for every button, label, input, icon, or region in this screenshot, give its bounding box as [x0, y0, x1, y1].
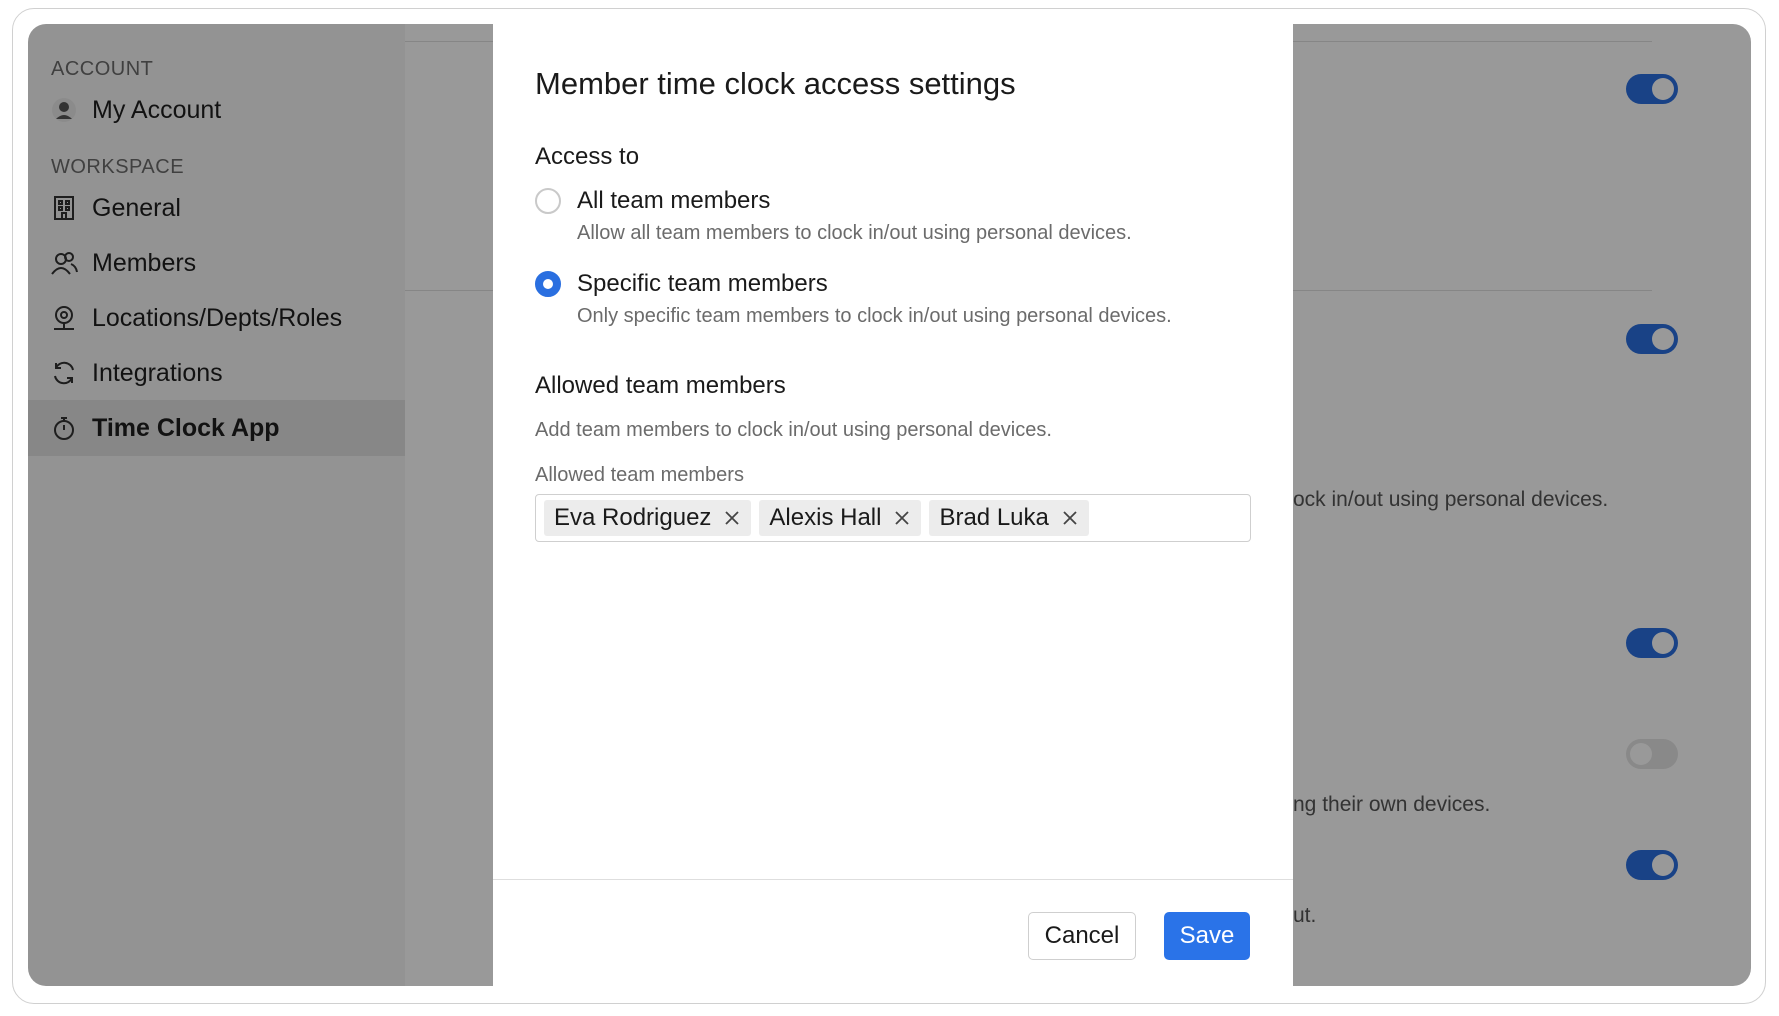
remove-chip-icon[interactable]	[893, 509, 911, 527]
radio-description: Allow all team members to clock in/out u…	[577, 222, 1132, 244]
radio-all-team-members[interactable]	[535, 188, 561, 214]
remove-chip-icon[interactable]	[723, 509, 741, 527]
save-button[interactable]: Save	[1164, 912, 1250, 960]
member-chip: Brad Luka	[929, 500, 1089, 536]
radio-specific-team-members[interactable]	[535, 271, 561, 297]
app-window: ACCOUNT My Account WORKSPACE General Mem…	[28, 24, 1751, 986]
field-label: Allowed team members	[535, 464, 744, 486]
radio-description: Only specific team members to clock in/o…	[577, 305, 1172, 327]
access-heading: Access to	[535, 143, 640, 170]
chip-label: Brad Luka	[939, 504, 1049, 531]
access-settings-modal: Member time clock access settings Access…	[493, 24, 1293, 986]
chip-label: Eva Rodriguez	[554, 504, 712, 531]
member-chip: Eva Rodriguez	[544, 500, 752, 536]
member-chip: Alexis Hall	[759, 500, 922, 536]
cancel-button[interactable]: Cancel	[1028, 912, 1136, 960]
allowed-helper-text: Add team members to clock in/out using p…	[535, 419, 1052, 441]
allowed-heading: Allowed team members	[535, 372, 786, 399]
radio-label[interactable]: All team members	[577, 187, 770, 215]
chip-label: Alexis Hall	[769, 504, 882, 531]
team-members-multiselect[interactable]: Eva Rodriguez Alexis Hall Brad Luka	[535, 494, 1251, 542]
footer-divider	[493, 879, 1293, 880]
modal-title: Member time clock access settings	[535, 66, 1016, 101]
remove-chip-icon[interactable]	[1061, 509, 1079, 527]
radio-label[interactable]: Specific team members	[577, 270, 828, 298]
